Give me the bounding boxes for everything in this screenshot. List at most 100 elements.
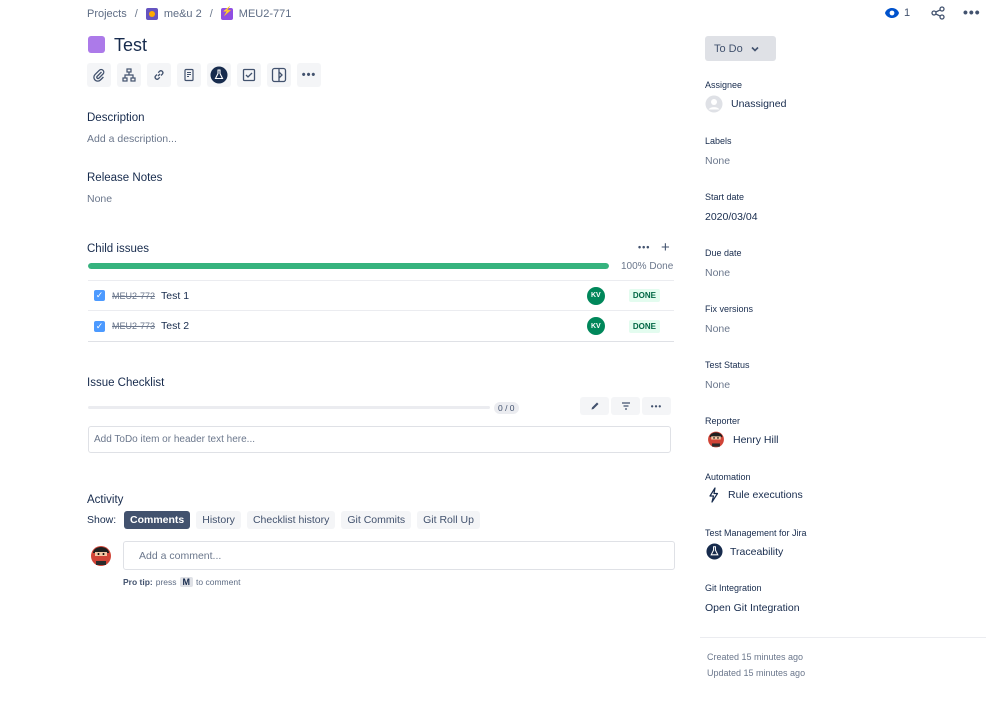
- breadcrumb-projects[interactable]: Projects: [87, 8, 127, 20]
- issue-type-icon: [88, 36, 105, 53]
- child-issue-summary[interactable]: Test 2: [161, 320, 189, 332]
- checkbox-icon: [242, 68, 256, 82]
- page-button[interactable]: [177, 63, 201, 87]
- eye-icon: [885, 8, 899, 18]
- pro-tip: Pro tip: press M to comment: [123, 577, 240, 587]
- labels-label: Labels: [705, 136, 732, 146]
- breadcrumb-project[interactable]: me&u 2: [164, 8, 202, 20]
- breadcrumb-separator: /: [209, 8, 213, 20]
- pro-tip-suffix: to comment: [196, 577, 241, 587]
- created-timestamp: Created 15 minutes ago: [707, 652, 804, 662]
- sidebar-divider: [700, 637, 986, 638]
- more-icon: •••: [301, 69, 317, 81]
- test-status-label: Test Status: [705, 360, 750, 370]
- task-checkbox-icon: ✓: [94, 290, 105, 301]
- unassigned-avatar-icon: [705, 95, 723, 113]
- list-item[interactable]: ✓ MEU2-772 Test 1 KV DONE: [88, 281, 674, 311]
- open-git-integration-link[interactable]: Open Git Integration: [705, 602, 800, 614]
- checklist-progress-bar: [88, 406, 490, 409]
- automation-label: Automation: [705, 472, 751, 482]
- labels-value[interactable]: None: [705, 155, 730, 167]
- avatar[interactable]: [90, 544, 112, 571]
- checklist-heading: Issue Checklist: [87, 377, 165, 389]
- description-heading: Description: [87, 112, 145, 124]
- pencil-icon: [591, 402, 598, 410]
- attach-button[interactable]: [87, 63, 111, 87]
- user-avatar-icon: [91, 546, 111, 566]
- child-issue-key[interactable]: MEU2-772: [112, 291, 155, 301]
- epic-type-icon: [220, 6, 233, 20]
- reporter-field[interactable]: Henry Hill: [707, 430, 779, 449]
- tab-git-roll-up[interactable]: Git Roll Up: [417, 511, 480, 529]
- reporter-avatar-icon: [708, 431, 724, 448]
- checklist-input-placeholder: Add ToDo item or header text here...: [94, 434, 256, 445]
- watch-count: 1: [904, 7, 911, 19]
- updated-timestamp: Updated 15 minutes ago: [707, 668, 806, 678]
- more-actions-button[interactable]: •••: [963, 4, 981, 20]
- fix-versions-value[interactable]: None: [705, 323, 730, 335]
- child-issue-key[interactable]: MEU2-773: [112, 321, 155, 331]
- status-badge[interactable]: DONE: [628, 319, 660, 333]
- test-status-value[interactable]: None: [705, 379, 730, 391]
- child-issues-more-button[interactable]: •••: [638, 242, 650, 252]
- link-issue-button[interactable]: [147, 63, 171, 87]
- tab-checklist-history[interactable]: Checklist history: [246, 511, 336, 529]
- test-management-button[interactable]: [207, 63, 231, 87]
- checklist-button[interactable]: [237, 63, 261, 87]
- status-dropdown-label: To Do: [714, 42, 743, 55]
- avatar[interactable]: KV: [586, 317, 605, 335]
- toolbar-more-button[interactable]: •••: [297, 63, 321, 87]
- due-date-value[interactable]: None: [705, 267, 730, 279]
- avatar[interactable]: KV: [586, 286, 605, 305]
- lightning-icon: [709, 487, 719, 503]
- release-notes-heading: Release Notes: [87, 172, 163, 184]
- tab-comments[interactable]: Comments: [124, 511, 191, 529]
- reporter-label: Reporter: [705, 416, 741, 426]
- status-dropdown[interactable]: To Do: [705, 36, 776, 61]
- breadcrumb: Projects / me&u 2 / MEU2-771: [87, 6, 292, 20]
- start-date-label: Start date: [705, 192, 745, 202]
- assignee-field[interactable]: Unassigned: [705, 95, 786, 113]
- checklist-input[interactable]: Add ToDo item or header text here...: [88, 426, 671, 453]
- comment-placeholder: Add a comment...: [139, 550, 222, 562]
- traceability-value: Traceability: [730, 545, 784, 558]
- traceability-link[interactable]: Traceability: [706, 543, 783, 560]
- share-button[interactable]: [931, 6, 945, 23]
- page-icon: [184, 68, 194, 82]
- assignee-value: Unassigned: [731, 98, 787, 110]
- due-date-label: Due date: [705, 248, 742, 258]
- checklist-more-button[interactable]: •••: [642, 397, 671, 415]
- git-integration-button[interactable]: [267, 63, 291, 87]
- child-issues-heading: Child issues: [87, 243, 149, 255]
- breadcrumb-issue-key[interactable]: MEU2-771: [239, 8, 292, 20]
- task-checkbox-icon: ✓: [94, 320, 105, 332]
- child-issue-button[interactable]: [117, 63, 141, 87]
- tab-history[interactable]: History: [196, 511, 241, 529]
- description-field[interactable]: Add a description...: [87, 133, 177, 145]
- automation-value: Rule executions: [728, 489, 803, 501]
- child-progress-bar: [88, 263, 609, 269]
- checklist-count: 0 / 0: [494, 402, 519, 414]
- release-notes-value[interactable]: None: [87, 193, 112, 205]
- start-date-value[interactable]: 2020/03/04: [705, 211, 758, 223]
- tab-git-commits[interactable]: Git Commits: [341, 511, 412, 529]
- activity-show-label: Show:: [87, 514, 117, 526]
- git-panel-icon: [271, 67, 287, 83]
- paperclip-icon: [93, 68, 105, 82]
- plus-icon: +: [661, 239, 670, 256]
- comment-input[interactable]: Add a comment...: [123, 541, 675, 570]
- activity-heading: Activity: [87, 494, 124, 506]
- issue-title[interactable]: Test: [114, 35, 147, 56]
- status-badge[interactable]: DONE: [628, 289, 660, 302]
- checklist-edit-button[interactable]: [580, 397, 609, 415]
- checklist-filter-button[interactable]: [611, 397, 640, 415]
- list-item[interactable]: ✓ MEU2-773 Test 2 KV DONE: [88, 311, 674, 341]
- git-integration-label: Git Integration: [705, 583, 762, 593]
- add-child-issue-button[interactable]: +: [661, 240, 670, 255]
- child-issue-summary[interactable]: Test 1: [161, 290, 189, 302]
- flask-circle-icon: [210, 66, 228, 84]
- pro-tip-key: M: [179, 577, 194, 587]
- child-progress-fill: [88, 263, 609, 269]
- rule-executions-link[interactable]: Rule executions: [708, 487, 803, 503]
- watch-button[interactable]: 1: [884, 7, 910, 19]
